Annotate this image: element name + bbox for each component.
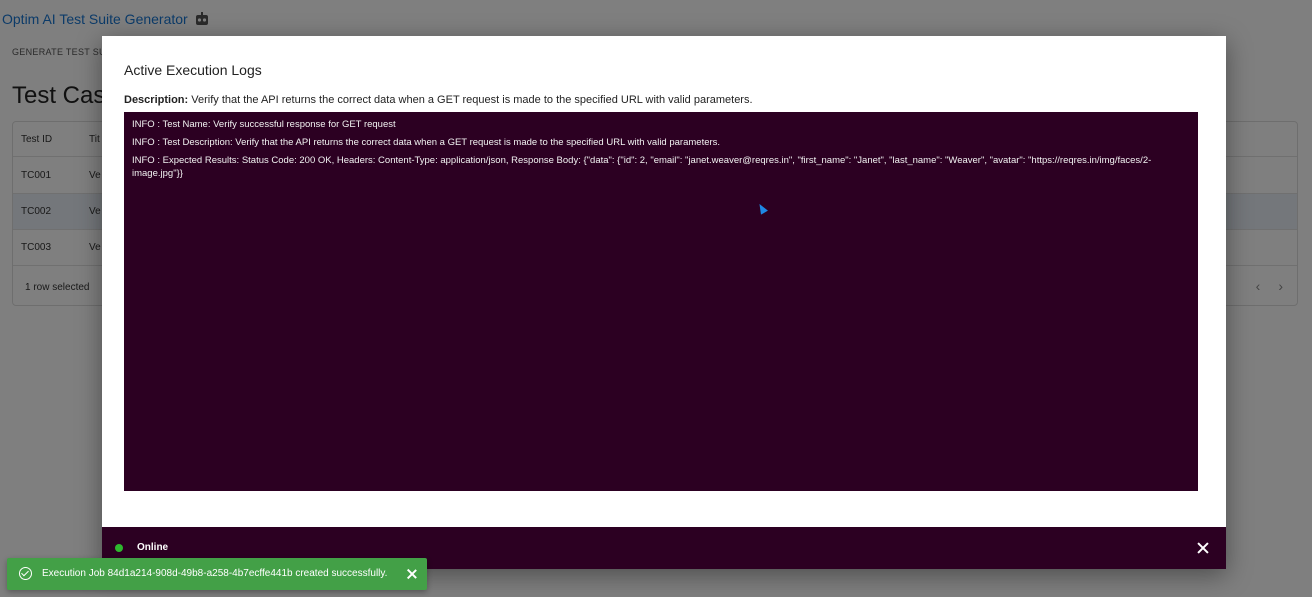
success-toast: Execution Job 84d1a214-908d-49b8-a258-4b… <box>7 558 427 590</box>
execution-logs-modal: Active Execution Logs Description: Verif… <box>102 36 1226 569</box>
log-line: INFO : Test Name: Verify successful resp… <box>132 119 396 130</box>
modal-description: Description: Verify that the API returns… <box>124 94 753 106</box>
check-circle-icon <box>19 567 32 580</box>
modal-title: Active Execution Logs <box>124 62 262 78</box>
log-terminal[interactable]: INFO : Test Name: Verify successful resp… <box>124 112 1198 491</box>
mouse-cursor-icon <box>756 202 768 215</box>
log-line: INFO : Test Description: Verify that the… <box>132 137 721 148</box>
close-icon[interactable] <box>1194 539 1212 557</box>
log-line: INFO : Expected Results: Status Code: 20… <box>132 155 1152 179</box>
toast-message: Execution Job 84d1a214-908d-49b8-a258-4b… <box>42 568 388 579</box>
description-label: Description: <box>124 94 189 106</box>
status-dot-icon <box>115 544 123 552</box>
description-text: Verify that the API returns the correct … <box>191 94 753 106</box>
connection-status: Online <box>137 542 169 553</box>
toast-close-icon[interactable] <box>405 567 419 581</box>
